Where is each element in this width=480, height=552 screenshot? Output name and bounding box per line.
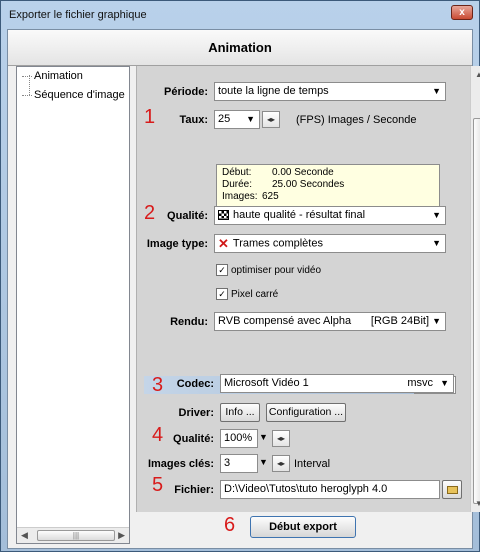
fps-unit-label: (FPS) Images / Seconde bbox=[296, 114, 417, 126]
navigation-tree: Animation Séquence d'image ◀ ||| ▶ bbox=[16, 66, 130, 544]
duree-label: Durée: bbox=[222, 179, 253, 190]
image-type-label: Image type: bbox=[146, 238, 208, 250]
codec-quality-input[interactable]: 100% bbox=[220, 429, 258, 448]
chevron-down-icon: ▼ bbox=[432, 86, 441, 96]
codec-select[interactable]: Microsoft Vidéo 1 msvc ▼ bbox=[220, 374, 454, 393]
close-icon: ✕ bbox=[218, 236, 229, 251]
chevron-down-icon: ▼ bbox=[432, 316, 441, 326]
images-cles-label: Images clés: bbox=[147, 458, 214, 470]
checkmark-icon: ✓ bbox=[216, 264, 228, 276]
dialog-body: Animation Animation Séquence d'image ◀ |… bbox=[7, 29, 480, 549]
scroll-thumb[interactable] bbox=[473, 118, 480, 504]
export-dialog: Exporter le fichier graphique x Animatio… bbox=[0, 0, 480, 552]
periode-select[interactable]: toute la ligne de temps ▼ bbox=[214, 82, 446, 101]
codec-value: Microsoft Vidéo 1 bbox=[224, 377, 309, 389]
periode-value: toute la ligne de temps bbox=[218, 85, 329, 97]
fichier-label: Fichier: bbox=[174, 484, 214, 496]
rendu-label: Rendu: bbox=[170, 316, 208, 328]
rendu-value: RVB compensé avec Alpha bbox=[218, 315, 352, 327]
chevron-down-icon: ▼ bbox=[432, 238, 441, 248]
rendu-format: [RGB 24Bit] bbox=[370, 315, 429, 327]
quality-spin-button[interactable]: ◂▸ bbox=[272, 430, 290, 447]
qualite-label: Qualité: bbox=[167, 210, 208, 222]
configuration-button[interactable]: Configuration ... bbox=[266, 403, 346, 422]
title-bar: Exporter le fichier graphique x bbox=[1, 1, 479, 29]
browse-folder-button[interactable] bbox=[442, 480, 462, 499]
codec-label: Codec: bbox=[176, 378, 214, 390]
tree-horizontal-scrollbar[interactable]: ◀ ||| ▶ bbox=[17, 527, 129, 543]
settings-panel bbox=[136, 66, 470, 512]
scroll-up-icon[interactable]: ▲ bbox=[475, 70, 480, 79]
step-marker-3: 3 bbox=[152, 374, 164, 396]
quality-value: haute qualité - résultat final bbox=[233, 209, 366, 221]
start-export-button[interactable]: Début export bbox=[250, 516, 356, 538]
debut-value: 0.00 Seconde bbox=[272, 167, 334, 178]
fps-value: 25 bbox=[218, 113, 231, 125]
scroll-right-icon[interactable]: ▶ bbox=[118, 530, 125, 541]
chevron-down-icon: ▼ bbox=[432, 210, 441, 220]
scroll-thumb[interactable]: ||| bbox=[37, 530, 115, 541]
image-type-value: Trames complètes bbox=[232, 237, 323, 250]
scroll-left-icon[interactable]: ◀ bbox=[21, 530, 28, 541]
step-marker-1: 1 bbox=[144, 106, 156, 128]
pixel-carre-checkbox[interactable]: ✓ Pixel carré bbox=[216, 288, 278, 300]
keyframes-input[interactable]: 3 bbox=[220, 454, 258, 473]
tree-item-animation[interactable]: Animation bbox=[22, 70, 83, 82]
taux-label: Taux: bbox=[179, 114, 208, 126]
quality-select[interactable]: haute qualité - résultat final ▼ bbox=[214, 206, 446, 225]
images-label: Images: bbox=[222, 191, 258, 202]
fps-spin-button[interactable]: ◂▸ bbox=[262, 111, 280, 128]
rendu-select[interactable]: RVB compensé avec Alpha [RGB 24Bit] ▼ bbox=[214, 312, 446, 331]
tree-item-sequence[interactable]: Séquence d'image bbox=[22, 89, 125, 101]
debut-label: Début: bbox=[222, 167, 252, 178]
chevron-down-icon: ▼ bbox=[246, 114, 255, 124]
fps-select[interactable]: 25 ▼ bbox=[214, 110, 260, 129]
info-button[interactable]: Info ... bbox=[220, 403, 260, 422]
tree-item-label: Animation bbox=[34, 70, 83, 82]
page-title: Animation bbox=[8, 30, 472, 66]
optimiser-checkbox[interactable]: ✓ optimiser pour vidéo bbox=[216, 264, 321, 276]
chevron-down-icon: ▼ bbox=[440, 378, 449, 388]
file-path-input[interactable]: D:\Video\Tutos\tuto heroglyph 4.0 bbox=[220, 480, 440, 499]
pixel-carre-label: Pixel carré bbox=[231, 288, 279, 300]
step-marker-5: 5 bbox=[152, 474, 164, 496]
folder-icon bbox=[447, 486, 458, 494]
keyframes-spin-button[interactable]: ◂▸ bbox=[272, 455, 290, 472]
step-marker-4: 4 bbox=[152, 424, 164, 446]
panel-vertical-scrollbar[interactable]: ▲ ▼ bbox=[470, 66, 480, 512]
step-marker-6: 6 bbox=[224, 514, 236, 536]
chevron-down-icon[interactable]: ▼ bbox=[259, 432, 268, 442]
checkmark-icon: ✓ bbox=[216, 288, 228, 300]
timing-info-box: Début: 0.00 Seconde Durée: 25.00 Secondes … bbox=[216, 164, 440, 208]
close-button[interactable]: x bbox=[451, 5, 473, 20]
periode-label: Période: bbox=[163, 86, 208, 98]
driver-label: Driver: bbox=[178, 407, 214, 419]
codec-code: msvc bbox=[407, 377, 433, 389]
checkered-flag-icon bbox=[218, 210, 229, 221]
scroll-down-icon[interactable]: ▼ bbox=[475, 499, 480, 508]
window-title: Exporter le fichier graphique bbox=[9, 9, 147, 21]
chevron-down-icon[interactable]: ▼ bbox=[259, 457, 268, 467]
images-value: 625 bbox=[262, 191, 279, 202]
keyframes-unit: Interval bbox=[294, 458, 331, 470]
qualite-codec-label: Qualité: bbox=[173, 433, 214, 445]
image-type-select[interactable]: ✕ Trames complètes ▼ bbox=[214, 234, 446, 253]
tree-item-label: Séquence d'image bbox=[34, 89, 125, 101]
optimiser-label: optimiser pour vidéo bbox=[231, 264, 322, 276]
duree-value: 25.00 Secondes bbox=[272, 179, 345, 190]
